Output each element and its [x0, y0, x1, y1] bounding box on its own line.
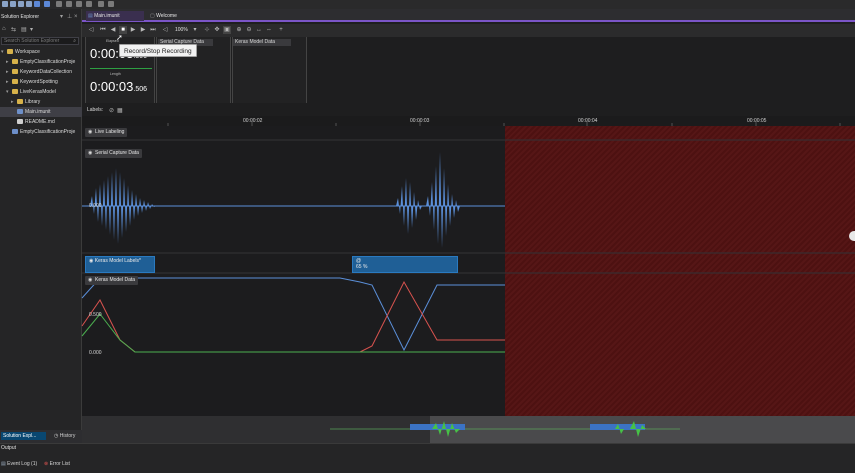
series-line-green	[81, 313, 505, 353]
eye-icon[interactable]: ◉	[88, 128, 95, 137]
tracks-canvas	[81, 120, 855, 437]
waveform-burst-2	[396, 178, 422, 234]
track-title: Keras Model Labels*	[94, 258, 141, 264]
track-title: Keras Model Data	[95, 277, 136, 283]
tab-label: Error List	[49, 461, 70, 467]
track-header-keras-data[interactable]: ◉ Keras Model Data	[85, 276, 139, 285]
tab-label: Event Log (1)	[7, 461, 38, 467]
series-line-blue	[81, 277, 505, 352]
keras-zero-label: 0.000	[89, 350, 102, 356]
output-title: Output	[1, 445, 17, 451]
keras-series	[81, 277, 505, 353]
track-title: Serial Capture Data	[95, 150, 139, 156]
keras-labels-track[interactable]: ◉ Keras Model Labels*	[85, 256, 155, 273]
tab-event-log[interactable]: ▤ Event Log (1)	[1, 461, 37, 467]
scroll-handle[interactable]	[849, 231, 855, 241]
waveform-burst-3	[426, 152, 460, 248]
output-panel	[0, 443, 855, 473]
eye-icon[interactable]: ◉	[88, 276, 95, 285]
ruler-ticks	[167, 120, 841, 126]
track-header-serial[interactable]: ◉ Serial Capture Data	[85, 149, 142, 158]
predicted-label-box[interactable]: @ 65 %	[352, 256, 458, 273]
track-title: Live Labeling	[95, 129, 125, 135]
serial-waveform	[82, 152, 505, 248]
serial-zero-label: 0.000	[89, 203, 102, 209]
label-confidence: 65 %	[356, 264, 368, 270]
overview-window[interactable]	[430, 416, 855, 443]
keras-half-label: 0.500	[89, 312, 102, 318]
tab-error-list[interactable]: ⊗ Error List	[44, 461, 70, 467]
eye-icon[interactable]: ◉	[88, 149, 95, 158]
series-line-red	[81, 280, 505, 353]
track-header-live-labeling[interactable]: ◉ Live Labeling	[85, 128, 128, 137]
